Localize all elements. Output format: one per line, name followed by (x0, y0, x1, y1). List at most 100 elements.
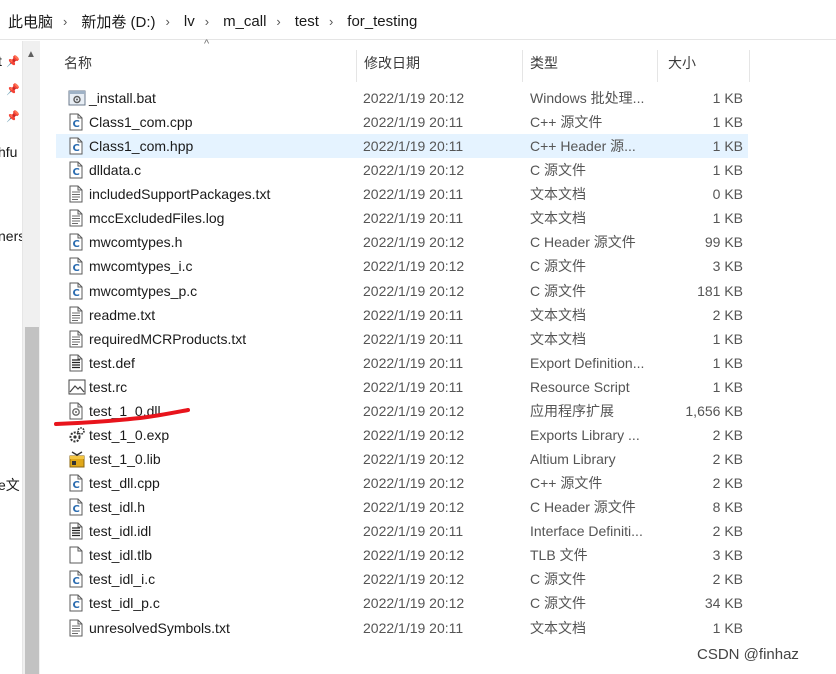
file-type: Resource Script (530, 378, 630, 395)
file-row[interactable]: Ctest_idl.h 2022/1/19 20:12 C Header 源文件 8 … (56, 495, 748, 519)
address-bar[interactable]: 此电脑 › 新加卷 (D:) › lv › m_call › test › for_testing (0, 0, 836, 40)
nav-item-fragment[interactable]: e文 (0, 475, 20, 495)
file-name: requiredMCRProducts.txt (89, 330, 247, 347)
file-row[interactable]: Cmwcomtypes.h 2022/1/19 20:12 C Header 源文件… (56, 230, 748, 254)
nav-scrollbar[interactable]: ▲ (22, 41, 40, 674)
chevron-right-icon[interactable]: › (59, 14, 73, 29)
svg-text:C: C (73, 288, 80, 299)
file-type: 文本文档 (530, 306, 586, 323)
file-row[interactable]: test.rc 2022/1/19 20:11 Resource Script 1 K… (56, 375, 748, 399)
file-row[interactable]: Ctest_idl_i.c 2022/1/19 20:12 C 源文件 2 KB (56, 567, 748, 591)
breadcrumb-item[interactable]: test (287, 13, 325, 30)
breadcrumb-item[interactable]: 新加卷 (D:) (73, 11, 161, 32)
file-size: 2 KB (712, 426, 743, 443)
breadcrumb-item[interactable]: for_testing (339, 13, 423, 30)
chevron-right-icon[interactable]: › (325, 14, 339, 29)
svg-text:C: C (73, 167, 80, 178)
file-size: 1 KB (712, 162, 743, 179)
file-size: 1 KB (712, 619, 743, 636)
file-size: 2 KB (712, 306, 743, 323)
file-date-modified: 2022/1/19 20:11 (363, 619, 464, 636)
file-size: 8 KB (712, 499, 743, 516)
column-header-type[interactable]: 类型 (522, 44, 657, 82)
file-size: 2 KB (712, 571, 743, 588)
file-date-modified: 2022/1/19 20:12 (363, 402, 465, 419)
file-type: C 源文件 (530, 595, 586, 612)
file-date-modified: 2022/1/19 20:12 (363, 258, 465, 275)
breadcrumb-item[interactable]: m_call (215, 13, 272, 30)
file-row[interactable]: C Class1_com.cpp 2022/1/19 20:11 C++ 源文件 1 K… (56, 110, 748, 134)
text-file-icon (68, 619, 84, 637)
c-source-file-icon: C (68, 474, 84, 492)
file-date-modified: 2022/1/19 20:12 (363, 90, 465, 106)
file-row[interactable]: test_1_0.lib 2022/1/19 20:12 Altium Librar… (56, 447, 748, 471)
file-row[interactable]: readme.txt 2022/1/19 20:11 文本文档 2 KB (56, 303, 748, 327)
file-name: test_idl.idl (89, 523, 152, 540)
file-size: 1 KB (712, 210, 743, 227)
file-row[interactable]: unresolvedSymbols.txt 2022/1/19 20:11 文本文档… (56, 616, 748, 640)
file-size: 2 KB (712, 523, 743, 540)
file-row[interactable]: requiredMCRProducts.txt 2022/1/19 20:11 文本… (56, 327, 748, 351)
file-type: C++ Header 源... (530, 138, 636, 155)
file-row[interactable]: includedSupportPackages.txt 2022/1/19 20:… (56, 182, 748, 206)
column-header-date[interactable]: 修改日期 (356, 44, 522, 82)
file-name: mwcomtypes_i.c (89, 258, 193, 275)
file-date-modified: 2022/1/19 20:11 (363, 186, 464, 203)
file-size: 1 KB (712, 330, 743, 347)
file-size: 1,656 KB (685, 402, 743, 419)
file-type: C 源文件 (530, 282, 586, 299)
chevron-right-icon[interactable]: › (272, 14, 286, 29)
pin-icon: 📌 (6, 56, 20, 68)
svg-text:C: C (73, 239, 80, 250)
file-date-modified: 2022/1/19 20:12 (363, 282, 465, 299)
breadcrumb: 此电脑 › 新加卷 (D:) › lv › m_call › test › for_testing (0, 10, 423, 32)
c-source-file-icon: C (68, 282, 84, 300)
file-row[interactable]: Cmwcomtypes_i.c 2022/1/19 20:12 C 源文件 3 KB (56, 254, 748, 278)
scroll-up-icon[interactable]: ▲ (26, 49, 36, 60)
file-row[interactable]: Ctest_dll.cpp 2022/1/19 20:12 C++ 源文件 2 KB (56, 471, 748, 495)
file-date-modified: 2022/1/19 20:12 (363, 571, 465, 588)
file-size: 1 KB (712, 90, 743, 106)
c-source-file-icon: C (68, 233, 84, 251)
file-row[interactable]: test_idl.tlb 2022/1/19 20:12 TLB 文件 3 KB (56, 543, 748, 567)
file-row[interactable]: Cdlldata.c 2022/1/19 20:12 C 源文件 1 KB (56, 158, 748, 182)
file-type: Interface Definiti... (530, 523, 643, 540)
scrollbar-thumb[interactable] (25, 327, 39, 674)
file-row[interactable]: C Class1_com.hpp 2022/1/19 20:11 C++ Header… (56, 134, 748, 159)
watermark: CSDN @finhaz (697, 646, 799, 663)
batch-file-icon (68, 89, 86, 107)
text-file-icon (68, 330, 84, 348)
file-row[interactable]: mccExcludedFiles.log 2022/1/19 20:11 文本文档 1… (56, 206, 748, 230)
column-header-name[interactable]: 名称 (56, 44, 356, 82)
file-row[interactable]: Ctest_idl_p.c 2022/1/19 20:12 C 源文件 34 KB (56, 591, 748, 615)
column-header-row: ^ 名称 修改日期 类型 大小 (56, 38, 836, 82)
navigation-pane: t 📌 📌 📌 hfu ners e文 ▲ (0, 41, 42, 674)
file-size: 1 KB (712, 114, 743, 131)
nav-item-fragment[interactable]: t (0, 53, 2, 69)
file-type: C 源文件 (530, 571, 586, 588)
file-row[interactable]: test.def 2022/1/19 20:11 Export Definition… (56, 351, 748, 375)
column-divider[interactable] (749, 50, 750, 82)
chevron-right-icon[interactable]: › (162, 14, 176, 29)
breadcrumb-item[interactable]: 此电脑 (0, 11, 59, 32)
file-row[interactable]: Cmwcomtypes_p.c 2022/1/19 20:12 C 源文件 181 K… (56, 279, 748, 303)
file-date-modified: 2022/1/19 20:11 (363, 210, 464, 227)
file-row[interactable]: test_idl.idl 2022/1/19 20:11 Interface Def… (56, 519, 748, 543)
file-size: 3 KB (712, 258, 743, 275)
file-name: test_idl_i.c (89, 571, 156, 588)
file-name: Class1_com.hpp (89, 138, 194, 155)
chevron-right-icon[interactable]: › (201, 14, 215, 29)
svg-text:C: C (73, 119, 80, 130)
file-name: test.rc (89, 378, 128, 395)
file-date-modified: 2022/1/19 20:11 (363, 354, 464, 371)
breadcrumb-item[interactable]: lv (176, 13, 201, 30)
file-type: Exports Library ... (530, 426, 640, 443)
definition-file-icon (68, 522, 84, 540)
file-type: 文本文档 (530, 186, 586, 203)
column-header-size[interactable]: 大小 (657, 44, 749, 82)
file-size: 0 KB (712, 186, 743, 203)
file-date-modified: 2022/1/19 20:12 (363, 595, 465, 612)
file-type: Windows 批处理... (530, 90, 645, 106)
nav-item-fragment[interactable]: hfu (0, 144, 17, 160)
file-row[interactable]: _install.bat 2022/1/19 20:12 Windows 批处理..… (56, 86, 748, 110)
